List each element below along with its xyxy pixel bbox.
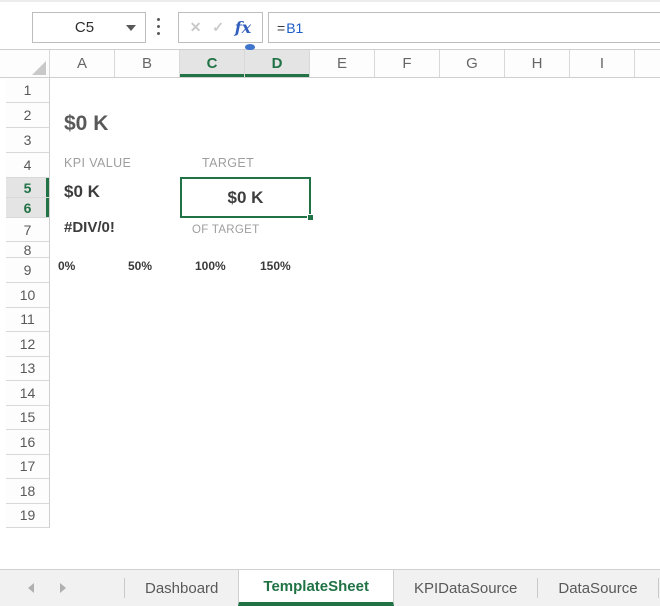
column-header-C[interactable]: C [180, 50, 245, 77]
tab-divider [658, 578, 659, 598]
select-all-triangle-icon [32, 61, 46, 75]
sheet-tab-bar: DashboardTemplateSheetKPIDataSourceDataS… [0, 569, 660, 606]
column-header-G[interactable]: G [440, 50, 505, 77]
row-header-7[interactable]: 7 [6, 218, 50, 242]
row-header-2[interactable]: 2 [6, 103, 50, 128]
row-header-15[interactable]: 15 [6, 406, 50, 431]
row-header-16[interactable]: 16 [6, 430, 50, 455]
chevron-down-icon[interactable] [126, 25, 136, 31]
more-options-icon[interactable] [155, 16, 162, 37]
column-header-filler [635, 50, 660, 77]
sheet-tab-templatesheet[interactable]: TemplateSheet [238, 570, 394, 606]
cancel-icon[interactable]: ✕ [190, 19, 202, 36]
selected-cell-c5[interactable]: $0 K [180, 177, 311, 218]
formula-buttons: ✕ ✓ fx [178, 12, 263, 43]
row-header-1[interactable]: 1 [6, 78, 50, 103]
row-header-6[interactable]: 6 [6, 198, 50, 218]
name-box[interactable]: C5 [32, 12, 146, 43]
row-header-12[interactable]: 12 [6, 332, 50, 357]
row-header-11[interactable]: 11 [6, 308, 50, 333]
row-header-10[interactable]: 10 [6, 283, 50, 308]
row-header-3[interactable]: 3 [6, 128, 50, 153]
selected-cell-value: $0 K [228, 188, 264, 208]
column-header-B[interactable]: B [115, 50, 180, 77]
scale-label-0%[interactable]: 0% [58, 259, 75, 273]
row-header-18[interactable]: 18 [6, 479, 50, 504]
cell-kpi-value-label[interactable]: KPI VALUE [64, 156, 131, 170]
sheet-tab-kpidatasource[interactable]: KPIDataSource [394, 570, 537, 606]
column-header-F[interactable]: F [375, 50, 440, 77]
cell-big-kpi-value[interactable]: $0 K [64, 112, 108, 136]
row-header-17[interactable]: 17 [6, 455, 50, 480]
formula-bar[interactable]: = B1 [268, 12, 660, 43]
formula-reference: B1 [286, 20, 303, 36]
column-headers: ABCDEFGHI [50, 50, 635, 77]
row-header-19[interactable]: 19 [6, 504, 50, 529]
row-header-4[interactable]: 4 [6, 153, 50, 178]
name-box-value: C5 [33, 19, 126, 36]
next-sheet-icon[interactable] [60, 583, 66, 593]
sheet-tabs: DashboardTemplateSheetKPIDataSourceDataS… [124, 570, 659, 606]
spreadsheet-app: C5 ✕ ✓ fx = B1 ABCDEFGHI 123456789101112… [0, 0, 660, 606]
row-header-9[interactable]: 9 [6, 258, 50, 283]
select-all-corner[interactable] [0, 50, 50, 77]
scale-label-50%[interactable]: 50% [128, 259, 152, 273]
formula-equals: = [277, 20, 285, 36]
row-header-13[interactable]: 13 [6, 357, 50, 382]
row-headers: 12345678910111213141516171819 [6, 78, 50, 528]
sheet-tab-datasource[interactable]: DataSource [538, 570, 657, 606]
column-header-row: ABCDEFGHI [0, 50, 660, 78]
scale-label-150%[interactable]: 150% [260, 259, 291, 273]
prev-sheet-icon[interactable] [28, 583, 34, 593]
column-header-A[interactable]: A [50, 50, 115, 77]
cell-kpi-value[interactable]: $0 K [64, 182, 100, 202]
fill-handle[interactable] [307, 214, 314, 221]
insert-function-icon[interactable]: fx [235, 18, 251, 37]
cell-div-error[interactable]: #DIV/0! [64, 219, 115, 236]
scale-label-100%[interactable]: 100% [195, 259, 226, 273]
formula-toolbar: C5 ✕ ✓ fx = B1 [0, 0, 660, 50]
sheet-canvas[interactable]: $0 K KPI VALUE TARGET $0 K $0 K #DIV/0! … [50, 78, 660, 569]
enter-icon[interactable]: ✓ [212, 19, 224, 36]
sheet-nav [0, 570, 124, 606]
row-header-5[interactable]: 5 [6, 178, 50, 198]
cell-target-label[interactable]: TARGET [202, 156, 254, 170]
column-header-H[interactable]: H [505, 50, 570, 77]
row-header-8[interactable]: 8 [6, 242, 50, 258]
column-header-D[interactable]: D [245, 50, 310, 77]
sheet-tab-dashboard[interactable]: Dashboard [125, 570, 238, 606]
column-header-I[interactable]: I [570, 50, 635, 77]
column-header-E[interactable]: E [310, 50, 375, 77]
row-header-14[interactable]: 14 [6, 381, 50, 406]
cell-of-target-label[interactable]: OF TARGET [192, 224, 259, 236]
